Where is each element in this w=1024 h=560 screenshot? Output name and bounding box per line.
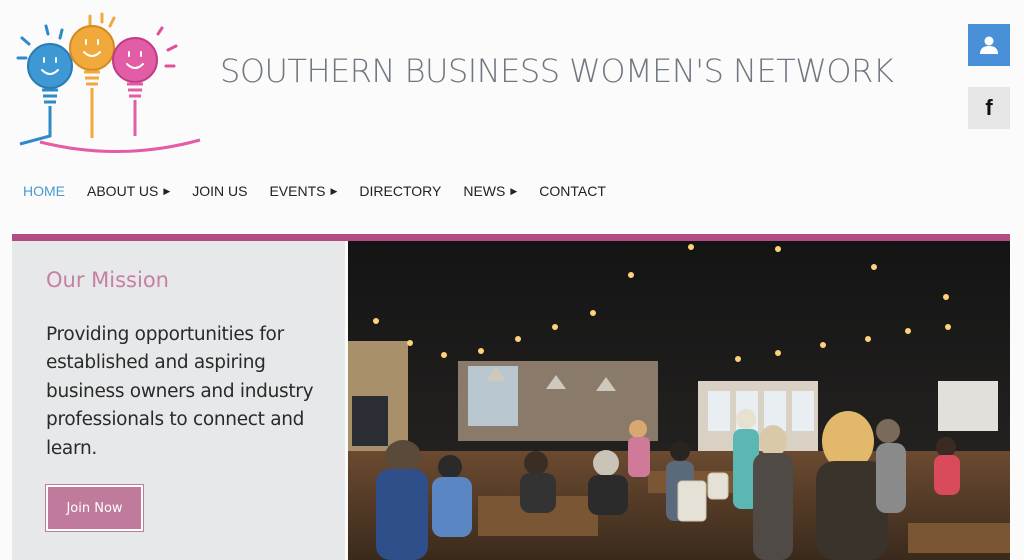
facebook-icon: f <box>985 95 993 120</box>
nav-item-about-us[interactable]: ABOUT US ▶ <box>87 183 170 199</box>
nav-item-label: HOME <box>23 183 65 199</box>
nav-item-contact[interactable]: CONTACT <box>539 183 606 199</box>
caret-right-icon: ▶ <box>510 185 518 196</box>
nav-item-label: NEWS <box>463 183 506 199</box>
user-icon <box>980 36 998 54</box>
join-now-button[interactable]: Join Now <box>46 485 143 531</box>
nav-item-label: DIRECTORY <box>359 183 442 199</box>
nav-item-join-us[interactable]: JOIN US <box>192 183 247 199</box>
site-title[interactable]: SOUTHERN BUSINESS WOMEN'S NETWORK <box>220 52 894 90</box>
nav-item-news[interactable]: NEWS ▶ <box>463 183 517 199</box>
nav-item-home[interactable]: HOME <box>23 183 65 199</box>
mission-text: Providing opportunities for established … <box>46 324 314 459</box>
caret-right-icon: ▶ <box>330 185 338 196</box>
user-account-button[interactable] <box>968 24 1010 66</box>
nav-item-label: CONTACT <box>539 183 606 199</box>
nav-item-directory[interactable]: DIRECTORY <box>359 183 441 199</box>
site-logo[interactable] <box>10 8 202 156</box>
nav-item-label: EVENTS <box>269 183 326 199</box>
caret-right-icon: ▶ <box>163 185 171 196</box>
mission-title: Our Mission <box>46 268 169 292</box>
three-lightbulbs-logo <box>16 12 201 154</box>
nav-item-label: JOIN US <box>192 183 248 199</box>
nav-item-events[interactable]: EVENTS ▶ <box>269 183 337 199</box>
event-photo <box>348 241 1010 560</box>
accent-divider <box>12 234 1010 241</box>
facebook-button[interactable]: f <box>968 87 1010 129</box>
main-nav: HOME ABOUT US ▶ JOIN US EVENTS ▶ DIRECTO… <box>23 183 628 199</box>
nav-item-label: ABOUT US <box>87 183 159 199</box>
